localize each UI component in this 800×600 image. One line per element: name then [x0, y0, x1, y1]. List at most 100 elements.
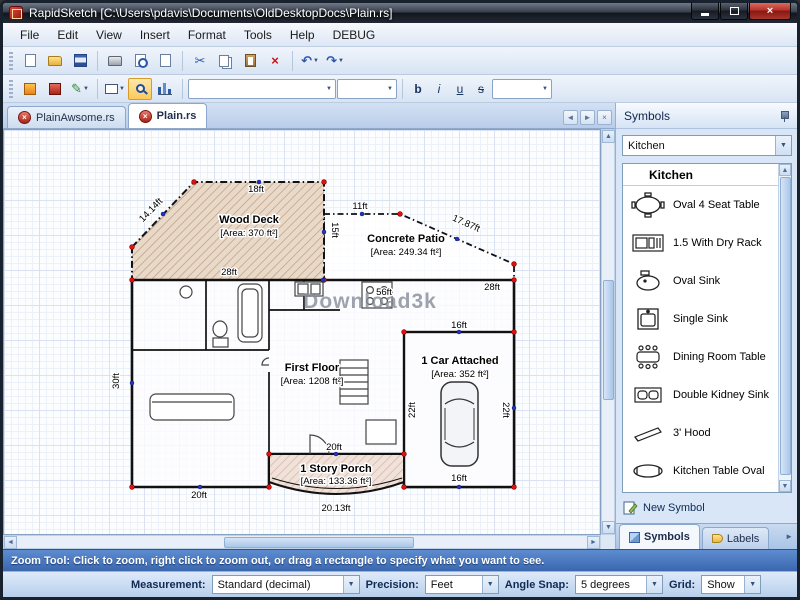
- font-family-combo[interactable]: ▼: [188, 79, 336, 99]
- pin-icon[interactable]: [779, 110, 789, 122]
- kitchen-table-oval-icon: [629, 458, 667, 484]
- symbol-item-single-sink[interactable]: Single Sink: [623, 300, 791, 338]
- floorplan: Download3k Wood Deck [Area: 370 ft²] Con…: [10, 132, 596, 530]
- tab-scroll-left-button[interactable]: ◄: [563, 110, 578, 125]
- italic-button[interactable]: i: [429, 79, 449, 99]
- tab-scroll-right-button[interactable]: ►: [580, 110, 595, 125]
- menu-format[interactable]: Format: [179, 25, 235, 45]
- symbol-item-oval-sink[interactable]: Oval Sink: [623, 262, 791, 300]
- dimension-label: 17.87ft: [451, 213, 482, 235]
- grid-combo[interactable]: Show ▼: [701, 575, 761, 594]
- paste-button[interactable]: [238, 50, 262, 72]
- horizontal-scrollbar[interactable]: ◄ ►: [3, 535, 601, 549]
- measurement-combo[interactable]: Standard (decimal) ▼: [212, 575, 360, 594]
- vertical-scrollbar[interactable]: ▲ ▼: [601, 129, 615, 535]
- tab-labels[interactable]: Labels: [702, 527, 769, 549]
- symbol-item-3ft-hood[interactable]: 3' Hood: [623, 414, 791, 452]
- tab-plain[interactable]: × Plain.rs: [128, 103, 208, 128]
- dimension-label: 28ft: [484, 282, 500, 293]
- symbol-item-1-5-with-dry-rack[interactable]: 1.5 With Dry Rack: [623, 224, 791, 262]
- scroll-right-button[interactable]: ►: [587, 536, 600, 549]
- undo-button[interactable]: ↶ ▼: [298, 50, 322, 72]
- horizontal-scroll-thumb[interactable]: [224, 537, 414, 548]
- symbol-category-value: Kitchen: [628, 140, 665, 152]
- underline-button[interactable]: u: [450, 79, 470, 99]
- solid-tool-button[interactable]: [43, 78, 67, 100]
- close-button[interactable]: ×: [749, 3, 791, 20]
- menu-view[interactable]: View: [87, 25, 131, 45]
- print-preview-button[interactable]: [128, 50, 152, 72]
- scroll-down-button[interactable]: ▼: [602, 521, 615, 534]
- cut-icon: ✂: [195, 54, 206, 67]
- title-bar[interactable]: RapidSketch [C:\Users\pdavis\Documents\O…: [3, 3, 797, 23]
- draw-dropdown-icon: ▼: [83, 86, 89, 92]
- symbol-item-dining-room-table[interactable]: Dining Room Table: [623, 338, 791, 376]
- style-combo[interactable]: ▼: [492, 79, 552, 99]
- precision-combo[interactable]: Feet ▼: [425, 575, 499, 594]
- car-symbol[interactable]: [441, 382, 478, 466]
- print-button[interactable]: [103, 50, 127, 72]
- dimension-label: 22ft: [407, 402, 418, 418]
- strike-icon: s: [478, 82, 484, 96]
- menu-insert[interactable]: Insert: [131, 25, 179, 45]
- dimension-label: 15ft: [329, 222, 340, 238]
- font-size-combo[interactable]: ▼: [337, 79, 397, 99]
- minimize-icon: [701, 13, 709, 16]
- symbol-category-combo[interactable]: Kitchen ▼: [622, 135, 792, 156]
- close-icon: ×: [602, 113, 607, 122]
- list-scroll-down-button[interactable]: ▼: [779, 480, 791, 492]
- list-scroll-thumb[interactable]: [780, 177, 791, 475]
- toolbar-separator: [292, 51, 293, 71]
- open-button[interactable]: [43, 50, 67, 72]
- menu-tools[interactable]: Tools: [235, 25, 281, 45]
- menu-help[interactable]: Help: [281, 25, 324, 45]
- menu-debug[interactable]: DEBUG: [324, 25, 385, 45]
- symbol-list: Kitchen Oval 4 Seat Table: [622, 163, 792, 493]
- draw-tool-button[interactable]: ✎ ▼: [68, 78, 92, 100]
- tab-close-icon[interactable]: ×: [139, 110, 152, 123]
- drawing-canvas[interactable]: Download3k Wood Deck [Area: 370 ft²] Con…: [3, 129, 601, 535]
- oval-4-seat-table-icon: [629, 192, 667, 218]
- menu-file[interactable]: File: [11, 25, 48, 45]
- strike-button[interactable]: s: [471, 79, 491, 99]
- cut-button[interactable]: ✂: [188, 50, 212, 72]
- toolbar-grip[interactable]: [9, 52, 13, 70]
- angle-snap-combo[interactable]: 5 degrees ▼: [575, 575, 663, 594]
- panel-overflow-icon[interactable]: ►: [785, 532, 793, 541]
- pointer-tool-button[interactable]: [18, 78, 42, 100]
- print-preview-icon: [135, 54, 146, 67]
- menu-edit[interactable]: Edit: [48, 25, 87, 45]
- left-arrow-icon: ◄: [567, 113, 575, 122]
- delete-button[interactable]: ×: [263, 50, 287, 72]
- new-symbol-button[interactable]: New Symbol: [622, 497, 705, 519]
- tab-plainawsome[interactable]: × PlainAwsome.rs: [7, 106, 126, 128]
- new-symbol-icon: [622, 500, 638, 516]
- tab-close-icon[interactable]: ×: [18, 111, 31, 124]
- symbol-item-kitchen-table-oval[interactable]: Kitchen Table Oval: [623, 452, 791, 490]
- zoom-tool-button[interactable]: [128, 78, 152, 100]
- maximize-button[interactable]: [720, 3, 748, 20]
- bold-button[interactable]: b: [408, 79, 428, 99]
- chart-tool-button[interactable]: [153, 78, 177, 100]
- list-scroll-up-button[interactable]: ▲: [779, 164, 791, 176]
- app-icon: [9, 6, 23, 20]
- page-setup-button[interactable]: [153, 50, 177, 72]
- tab-list-close-button[interactable]: ×: [597, 110, 612, 125]
- symbol-item-double-kidney-sink[interactable]: Double Kidney Sink: [623, 376, 791, 414]
- minimize-button[interactable]: [691, 3, 719, 20]
- rectangle-tool-button[interactable]: ▼: [103, 78, 127, 100]
- toolbar-grip[interactable]: [9, 80, 13, 98]
- new-button[interactable]: [18, 50, 42, 72]
- new-document-icon: [25, 54, 36, 67]
- undo-icon: ↶: [301, 54, 312, 67]
- angle-snap-label: Angle Snap:: [505, 579, 569, 591]
- scroll-left-button[interactable]: ◄: [4, 536, 17, 549]
- copy-button[interactable]: [213, 50, 237, 72]
- symbol-list-scrollbar[interactable]: ▲ ▼: [778, 164, 791, 492]
- vertical-scroll-thumb[interactable]: [603, 280, 614, 400]
- redo-button[interactable]: ↷ ▼: [323, 50, 347, 72]
- tab-symbols[interactable]: Symbols: [619, 524, 700, 549]
- symbol-item-oval-4-seat-table[interactable]: Oval 4 Seat Table: [623, 186, 791, 224]
- save-button[interactable]: [68, 50, 92, 72]
- scroll-up-button[interactable]: ▲: [602, 130, 615, 143]
